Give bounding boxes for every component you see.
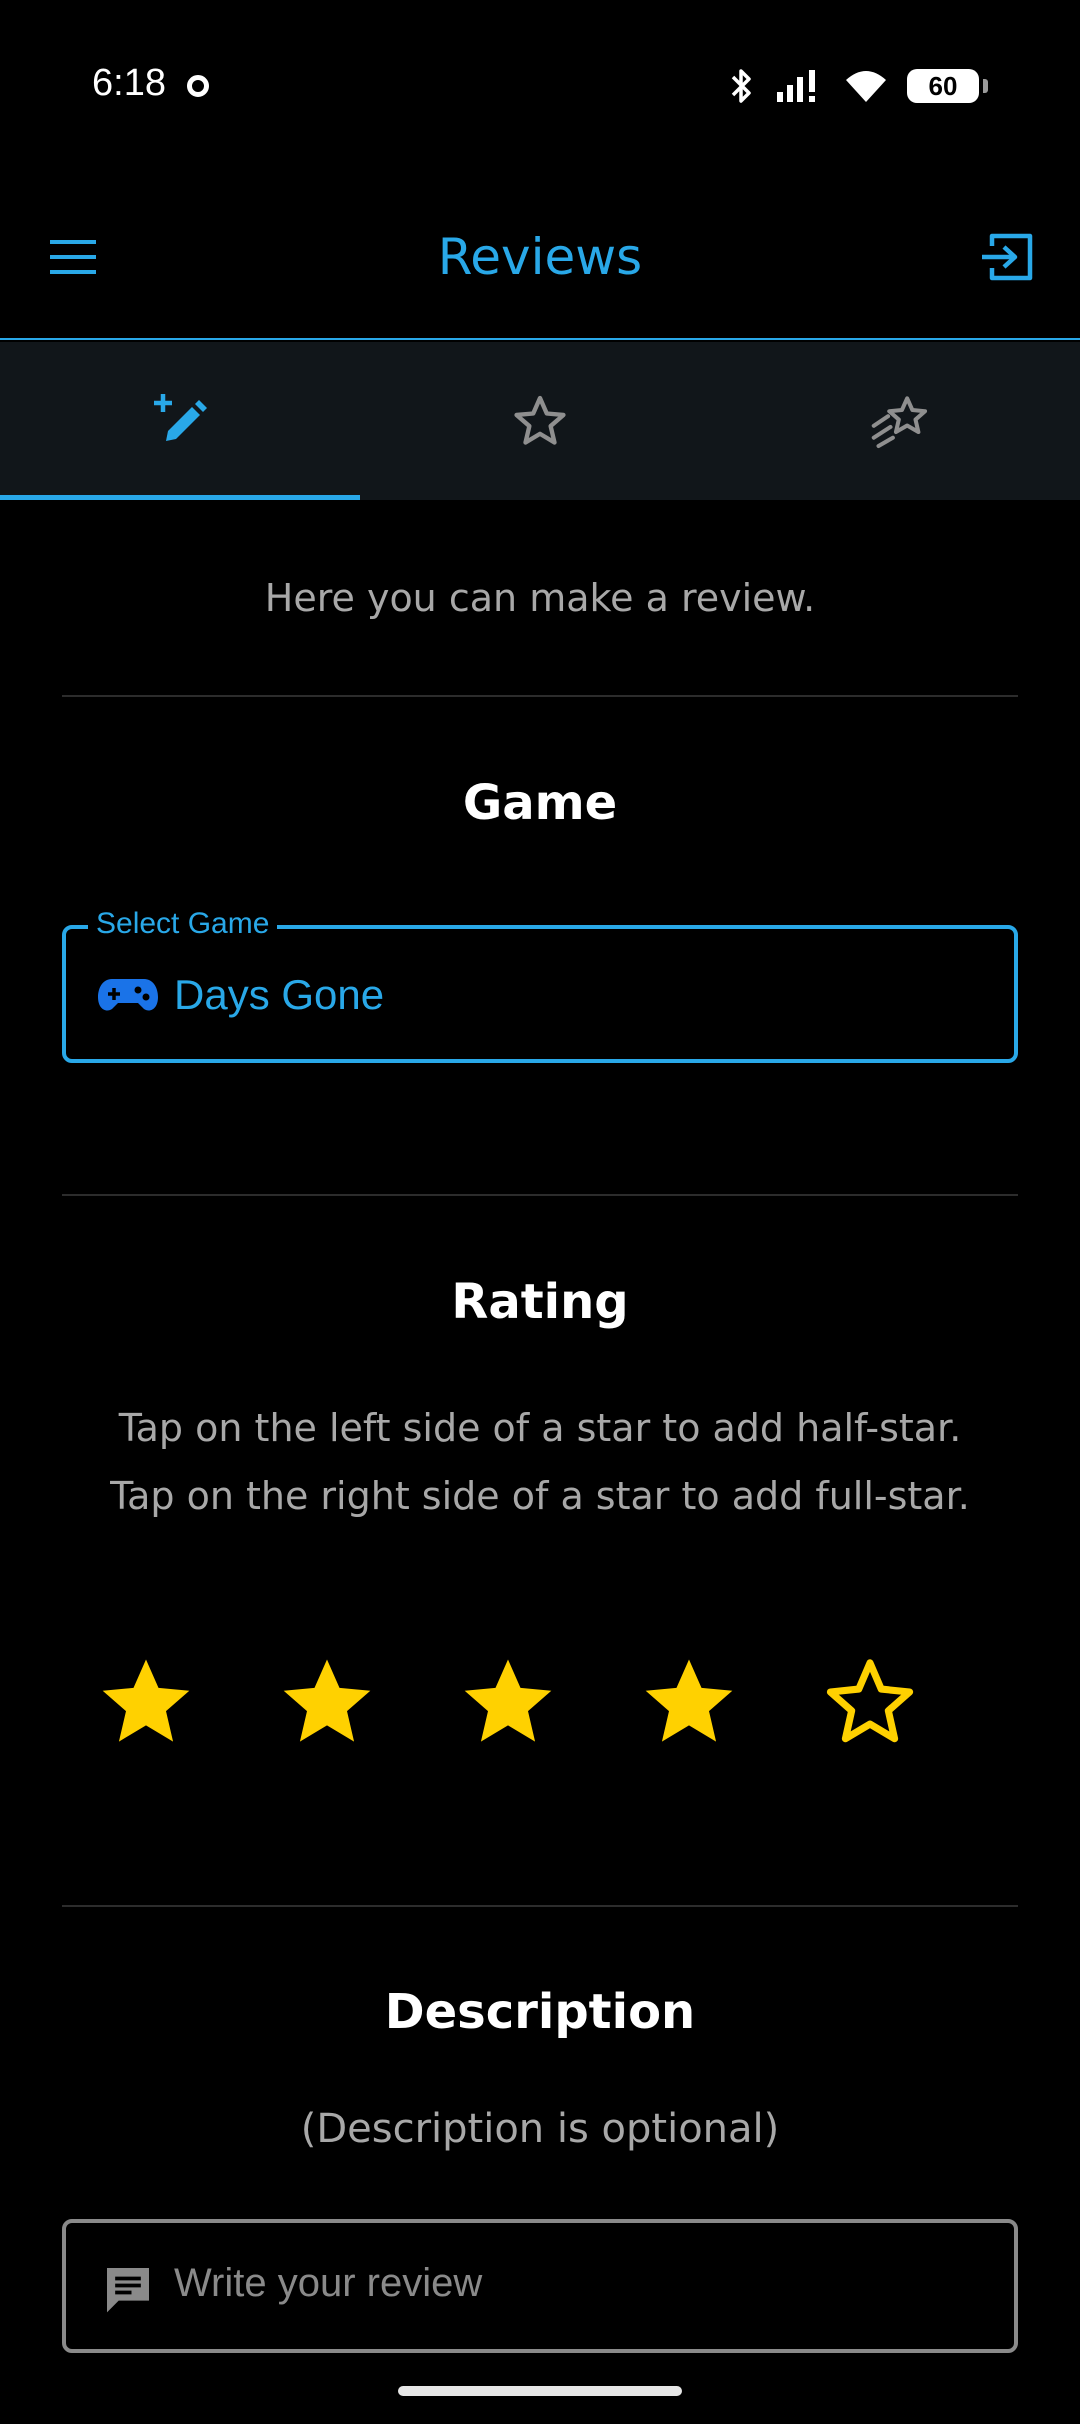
- game-section-title: Game: [462, 775, 618, 831]
- description-optional-note: (Description is optional): [300, 2106, 780, 2152]
- rating-instruction-full: Tap on the right side of a star to add f…: [110, 1474, 970, 1518]
- selected-tab-indicator: [0, 495, 360, 500]
- review-text-input[interactable]: Write your review: [62, 2219, 1018, 2353]
- gamepad-icon: [98, 979, 158, 1011]
- app-bar: Reviews: [0, 176, 1080, 340]
- divider: [62, 1905, 1018, 1907]
- star-outline-icon: [514, 395, 566, 445]
- wifi-icon: [846, 71, 886, 102]
- selected-game-value: Days Gone: [174, 971, 385, 1018]
- star-rating: [0, 1652, 1080, 1752]
- page-title: Reviews: [437, 228, 643, 286]
- intro-text: Here you can make a review.: [264, 576, 816, 620]
- shooting-stars-icon: [871, 396, 928, 449]
- battery-icon: 60: [907, 69, 979, 103]
- bluetooth-icon: [731, 69, 751, 103]
- star-2-icon[interactable]: [277, 1652, 377, 1752]
- tab-my-reviews[interactable]: [360, 342, 720, 500]
- review-placeholder: Write your review: [174, 2261, 483, 2305]
- rating-section-title: Rating: [451, 1274, 629, 1330]
- select-game-label: Select Game: [88, 907, 278, 941]
- battery-cap: [983, 79, 988, 93]
- description-section-title: Description: [384, 1984, 696, 2040]
- notification-dot-icon: [187, 75, 209, 97]
- review-screen: 6:18 60 Reviews Here you can make a revi…: [0, 0, 1080, 2424]
- star-3-icon[interactable]: [458, 1652, 558, 1752]
- star-4-icon[interactable]: [639, 1652, 739, 1752]
- pencil-plus-icon: [154, 394, 207, 441]
- battery-level: 60: [928, 70, 958, 101]
- tab-write-review[interactable]: [0, 342, 360, 500]
- logout-icon[interactable]: [978, 226, 1040, 288]
- rating-instruction-half: Tap on the left side of a star to add ha…: [118, 1406, 962, 1450]
- tab-bar: [0, 342, 1080, 500]
- star-5-icon[interactable]: [820, 1652, 920, 1752]
- comment-icon: [107, 2268, 149, 2313]
- star-1-icon[interactable]: [96, 1652, 196, 1752]
- signal-icon: [777, 70, 815, 102]
- rating-instructions: Tap on the left side of a star to add ha…: [0, 1394, 1080, 1530]
- divider: [62, 695, 1018, 697]
- divider: [62, 1194, 1018, 1196]
- status-time: 6:18: [92, 62, 166, 104]
- home-indicator[interactable]: [398, 2386, 682, 2396]
- tab-all-reviews[interactable]: [720, 342, 1080, 500]
- select-game-field[interactable]: Select Game Days Gone: [62, 907, 1018, 1063]
- status-icons: 60: [727, 66, 988, 106]
- status-bar: 6:18 60: [0, 0, 1080, 176]
